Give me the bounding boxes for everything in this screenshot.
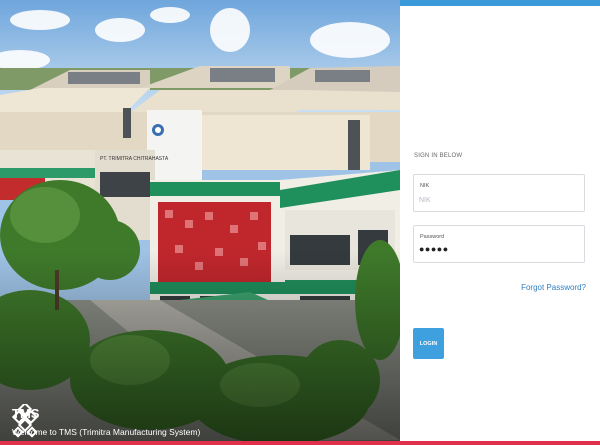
nik-label: NIK [420,183,430,189]
bottom-accent-bar [0,441,600,445]
sign-in-heading: SIGN IN BELOW [414,153,463,159]
login-button[interactable]: LOGIN [413,328,444,359]
forgot-password-link[interactable]: Forgot Password? [521,283,586,292]
login-panel: SIGN IN BELOW NIK Password ●●●●● Forgot … [400,0,600,441]
tms-diamond-logo-icon [12,404,38,438]
factory-building-illustration: PT. TRIMITRA CHITRAHASTA [0,0,400,441]
password-label: Password [420,234,445,240]
hero-photo: PT. TRIMITRA CHITRAHASTA TMS Welcome to … [0,0,400,441]
nik-field[interactable]: NIK [413,174,585,212]
building-sign: PT. TRIMITRA CHITRAHASTA [100,156,169,162]
brand-name: TMS [12,405,40,421]
password-field[interactable]: Password ●●●●● [413,225,585,263]
password-input[interactable]: ●●●●● [419,244,449,254]
brand-block: TMS Welcome to TMS (Trimitra Manufacturi… [12,404,200,440]
nik-input[interactable] [419,194,577,206]
welcome-text: Welcome to TMS (Trimitra Manufacturing S… [12,426,201,437]
